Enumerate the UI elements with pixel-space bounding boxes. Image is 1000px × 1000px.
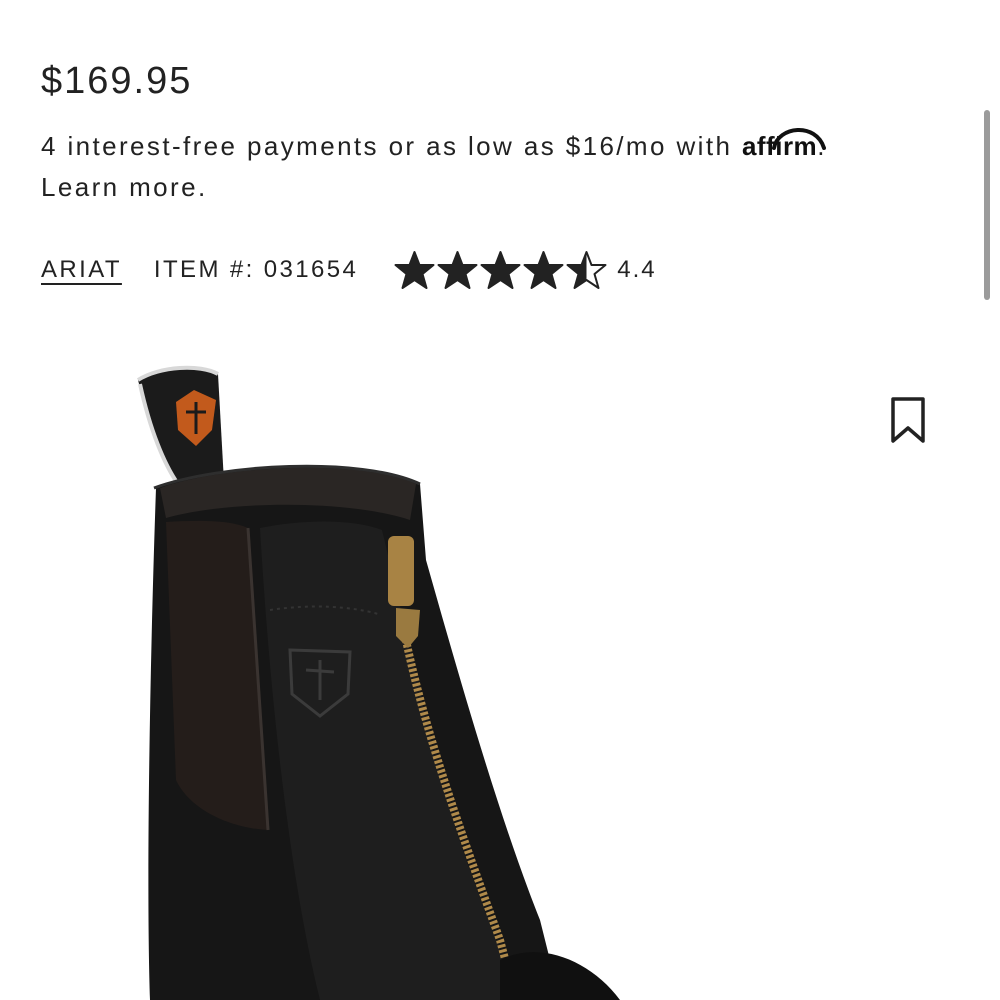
brand-link[interactable]: ARIAT (41, 256, 122, 284)
product-price: $169.95 (41, 60, 193, 102)
payment-info: 4 interest-free payments or as low as $1… (41, 126, 941, 208)
star-icon (394, 251, 435, 289)
star-icon (523, 251, 564, 289)
page-scrollbar[interactable] (984, 110, 990, 300)
rating-value: 4.4 (617, 256, 657, 283)
bookmark-icon[interactable] (888, 396, 928, 444)
star-icon (437, 251, 478, 289)
star-icon (480, 251, 521, 289)
product-meta-row: ARIAT ITEM #: 031654 4.4 (41, 250, 657, 290)
affirm-logo: affirm (742, 126, 826, 167)
payment-text: 4 interest-free payments or as low as $1… (41, 131, 733, 161)
rating-stars[interactable] (394, 250, 609, 290)
product-image-boot[interactable] (120, 360, 680, 1000)
item-number: ITEM #: 031654 (153, 256, 359, 283)
affirm-arc-icon (771, 128, 826, 150)
star-icon (566, 251, 607, 289)
learn-more-link[interactable]: Learn more. (41, 172, 208, 202)
